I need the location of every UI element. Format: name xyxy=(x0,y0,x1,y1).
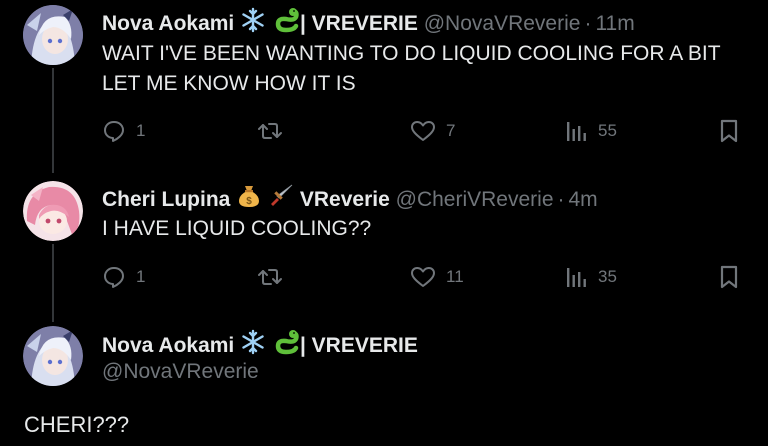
tweet-actions: 1 7 55 xyxy=(102,116,742,146)
tweet-header: Cheri Lupina $ VReverie @CheriVReverie · 4… xyxy=(102,183,598,211)
views-icon xyxy=(564,265,588,289)
separator-dot: · xyxy=(557,188,565,211)
reply-icon xyxy=(102,265,126,289)
views-button[interactable]: 35 xyxy=(564,262,617,292)
retweet-button[interactable] xyxy=(257,116,293,146)
snake-emoji xyxy=(272,329,300,362)
tweet-text-line: LET ME KNOW HOW IT IS xyxy=(102,72,356,95)
snowflake-emoji xyxy=(240,329,266,362)
tweet-text-line: I HAVE LIQUID COOLING?? xyxy=(102,217,372,240)
tweet-text: WAIT I'VE BEEN WANTING TO DO LIQUID COOL… xyxy=(102,39,721,99)
retweet-button[interactable] xyxy=(257,262,293,292)
heart-icon xyxy=(410,119,436,143)
view-count: 55 xyxy=(598,121,617,140)
user-handle[interactable]: @NovaVReverie xyxy=(424,12,581,35)
display-name[interactable]: Nova Aokami xyxy=(102,12,234,35)
display-name[interactable]: Cheri Lupina xyxy=(102,188,230,211)
views-icon xyxy=(564,119,588,143)
display-name-suffix: VReverie xyxy=(299,188,390,211)
avatar[interactable] xyxy=(23,181,83,241)
tweet-header: Nova Aokami | VREVERIE @NovaVReverie · 11m xyxy=(102,7,635,35)
separator-dot: · xyxy=(584,12,592,35)
heart-icon xyxy=(410,265,436,289)
reply-count: 1 xyxy=(136,267,146,286)
timestamp[interactable]: 4m xyxy=(569,188,598,211)
reply-icon xyxy=(102,119,126,143)
tweet-text: CHERI??? xyxy=(24,412,130,437)
tweet-text: I HAVE LIQUID COOLING?? xyxy=(102,214,371,244)
retweet-icon xyxy=(257,119,283,143)
user-handle[interactable]: @CheriVReverie xyxy=(396,188,554,211)
retweet-icon xyxy=(257,265,283,289)
bookmark-button[interactable] xyxy=(718,116,740,146)
thread-connector xyxy=(52,68,54,173)
display-name[interactable]: Nova Aokami xyxy=(102,334,234,357)
bookmark-icon xyxy=(718,118,740,144)
reply-button[interactable]: 1 xyxy=(102,262,145,292)
display-name-suffix: | VREVERIE xyxy=(299,334,418,357)
reply-count: 1 xyxy=(136,121,146,140)
tweet-header: Nova Aokami | VREVERIE xyxy=(102,329,418,357)
like-count: 7 xyxy=(446,121,456,140)
display-name-suffix: | VREVERIE xyxy=(299,12,418,35)
snake-emoji xyxy=(272,7,300,40)
svg-text:$: $ xyxy=(246,196,252,207)
timestamp[interactable]: 11m xyxy=(595,12,634,35)
like-count: 11 xyxy=(446,267,464,286)
tweet-thread: Nova Aokami | VREVERIE @NovaVReverie · 11m xyxy=(0,0,768,446)
bookmark-button[interactable] xyxy=(718,262,740,292)
tweet-text-line: WAIT I'VE BEEN WANTING TO DO LIQUID COOL… xyxy=(102,42,721,65)
like-button[interactable]: 7 xyxy=(410,116,455,146)
avatar[interactable] xyxy=(23,326,83,386)
reply-button[interactable]: 1 xyxy=(102,116,145,146)
snowflake-emoji xyxy=(240,7,266,40)
like-button[interactable]: 11 xyxy=(410,262,464,292)
tweet-actions: 1 11 35 xyxy=(102,262,742,292)
bookmark-icon xyxy=(718,264,740,290)
avatar[interactable] xyxy=(23,5,83,65)
views-button[interactable]: 55 xyxy=(564,116,617,146)
thread-connector xyxy=(52,244,54,322)
view-count: 35 xyxy=(598,267,617,286)
money-bag-emoji: $ xyxy=(236,183,262,216)
user-handle[interactable]: @NovaVReverie xyxy=(102,359,259,385)
dagger-emoji xyxy=(268,183,294,216)
